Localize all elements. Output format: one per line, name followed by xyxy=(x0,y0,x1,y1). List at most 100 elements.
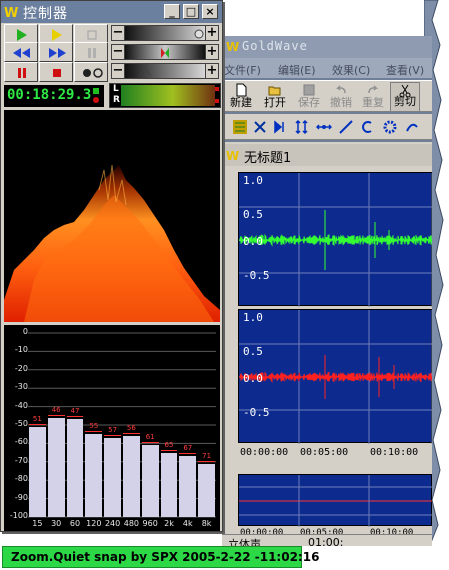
new-button[interactable]: 新建 xyxy=(226,82,256,112)
balance-increase[interactable]: + xyxy=(205,44,219,60)
control-titlebar: W 控制器 _ □ × xyxy=(1,1,222,23)
trim-icon[interactable] xyxy=(252,119,268,135)
speed-slider[interactable]: − + xyxy=(111,63,219,79)
left-channel-waveform[interactable]: 1.0 0.5 0.0 -0.5 xyxy=(238,172,432,307)
eq-peak-marker xyxy=(85,431,103,433)
eq-bar xyxy=(104,437,121,517)
rewind-button[interactable] xyxy=(4,42,38,62)
stretch-vertical-icon[interactable] xyxy=(294,119,310,135)
record-pause-button[interactable] xyxy=(4,62,38,82)
loop-icon[interactable] xyxy=(360,119,376,135)
play-all-button[interactable] xyxy=(4,24,38,44)
maximize-button[interactable]: □ xyxy=(183,4,199,19)
minimize-button[interactable]: _ xyxy=(164,4,180,19)
menu-view[interactable]: 查看(V) xyxy=(386,62,424,78)
eq-y-tick: -50 xyxy=(14,419,28,428)
eq-peak-marker xyxy=(123,433,140,435)
status-channel-mode: 立体声 xyxy=(228,538,261,546)
redo-button[interactable]: 重复 xyxy=(358,82,388,112)
right-channel-waveform[interactable]: 1.0 0.5 0.0 -0.5 xyxy=(238,309,432,444)
eq-y-tick: 0 xyxy=(22,327,28,336)
speed-decrease[interactable]: − xyxy=(111,63,125,79)
main-toolbar: 新建 打开 保存 撤销 重复 剪切 xyxy=(222,80,432,112)
open-button[interactable]: 打开 xyxy=(260,82,290,112)
goldwave-window: W GoldWave 文件(F) 编辑(E) 效果(C) 查看(V) 新建 打开… xyxy=(222,36,432,546)
overview-trace xyxy=(239,475,432,527)
stop-red-icon xyxy=(53,69,61,77)
redo-button-label: 重复 xyxy=(362,96,384,109)
jump-marker-icon[interactable] xyxy=(272,119,288,135)
svg-text:W: W xyxy=(4,6,18,19)
eq-band-label: 480 xyxy=(123,519,140,528)
eq-peak-marker xyxy=(47,414,65,416)
select-all-icon[interactable] xyxy=(232,119,248,135)
time-tick-0: 00:00:00 xyxy=(240,447,289,458)
fast-forward-button[interactable] xyxy=(39,42,73,62)
left-waveform-trace xyxy=(239,210,432,270)
menu-file[interactable]: 文件(F) xyxy=(224,62,261,78)
overview-timeline[interactable] xyxy=(238,474,432,527)
eq-band-label: 960 xyxy=(142,519,158,528)
effects-toolbar xyxy=(222,114,432,140)
close-button[interactable]: × xyxy=(202,4,218,19)
time-tick-5: 00:05:00 xyxy=(300,447,349,458)
amp-label-1-r: 1.0 xyxy=(243,311,263,324)
eq-y-tick: -40 xyxy=(14,400,28,410)
eq-y-tick: -90 xyxy=(14,492,28,502)
menu-edit[interactable]: 编辑(E) xyxy=(278,62,316,78)
record-button[interactable] xyxy=(74,62,108,82)
speed-increase[interactable]: + xyxy=(205,63,219,79)
new-button-label: 新建 xyxy=(230,96,252,109)
stop-button[interactable] xyxy=(39,62,73,82)
amp-label-1: 1.0 xyxy=(243,174,263,187)
sound-document: W 无标题1 1.0 0.5 0.0 -0.5 1.0 0.5 0.0 -0.5… xyxy=(222,142,432,546)
rewind-icon xyxy=(13,48,30,58)
ramp-icon[interactable] xyxy=(338,119,354,135)
play-custom-button[interactable] xyxy=(74,24,108,44)
meter-label-left: L xyxy=(113,84,119,94)
eq-bar xyxy=(66,419,84,517)
gear-icon[interactable] xyxy=(382,119,398,135)
amp-label-05: 0.5 xyxy=(243,208,263,221)
left-channel-grid xyxy=(239,173,432,307)
menu-effects[interactable]: 效果(C) xyxy=(332,62,370,78)
eq-band-label: 60 xyxy=(69,519,81,528)
menu-bar: 文件(F) 编辑(E) 效果(C) 查看(V) xyxy=(222,58,432,78)
pause-button[interactable] xyxy=(74,42,108,62)
volume-increase[interactable]: + xyxy=(205,25,219,41)
amp-label-0: 0.0 xyxy=(243,235,263,248)
eq-bar xyxy=(198,463,215,517)
balance-decrease[interactable]: − xyxy=(111,44,125,60)
time-indicator-icon xyxy=(93,88,99,103)
eq-bar xyxy=(160,452,178,517)
control-window: W 控制器 _ □ × − + − + − + 00:18:29.3 L R 0… xyxy=(0,0,223,532)
eq-band-label: 2k xyxy=(164,519,174,528)
record-dot-icon xyxy=(83,68,103,78)
save-button[interactable]: 保存 xyxy=(294,82,324,112)
document-title: 无标题1 xyxy=(244,151,292,166)
record-pause-icon xyxy=(18,68,26,78)
eq-peak-marker xyxy=(29,423,46,425)
cut-button-label: 剪切 xyxy=(394,95,416,108)
eq-peak-marker xyxy=(179,453,197,455)
eq-bar xyxy=(29,426,46,517)
volume-decrease[interactable]: − xyxy=(111,25,125,41)
cut-button[interactable]: 剪切 xyxy=(390,82,420,112)
eq-bar xyxy=(47,417,65,517)
balance-slider[interactable]: − + xyxy=(111,44,219,60)
eq-y-tick: -10 xyxy=(14,345,28,355)
eq-peak-marker xyxy=(66,416,84,418)
eq-peak-marker xyxy=(160,449,178,451)
volume-track xyxy=(125,25,205,41)
snapshot-watermark: Zoom.Quiet snap by SPX 2005-2-22 -11:02:… xyxy=(2,546,319,568)
goldwave-logo-icon: W xyxy=(4,6,18,19)
effect-swirl-icon[interactable] xyxy=(404,119,420,135)
stretch-horizontal-icon[interactable] xyxy=(316,119,332,135)
status-bar: 立体声 01:00: xyxy=(222,534,432,546)
volume-slider[interactable]: − + xyxy=(111,25,219,41)
play-selection-button[interactable] xyxy=(39,24,73,44)
eq-y-tick: -20 xyxy=(14,363,28,373)
meter-bars xyxy=(121,85,215,106)
undo-button-label: 撤销 xyxy=(330,96,352,109)
undo-button[interactable]: 撤销 xyxy=(326,82,356,112)
